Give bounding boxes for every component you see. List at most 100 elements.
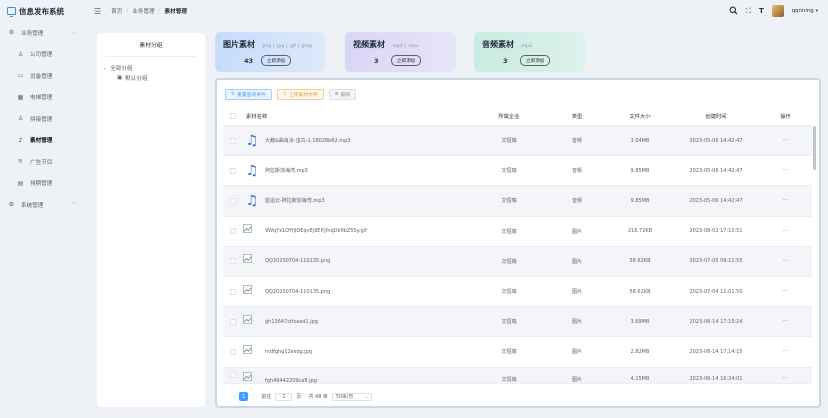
add-video-button[interactable]: 立即添加 — [391, 55, 422, 66]
sidebar-item-material[interactable]: ♪ 素材管理 — [0, 130, 86, 152]
size-cell: 58.62KB — [629, 288, 651, 295]
row-checkbox[interactable] — [230, 318, 236, 325]
breadcrumb-current: 素材管理 — [164, 9, 187, 15]
column-header: 类型 — [571, 113, 583, 120]
breadcrumb-home[interactable]: 首页 — [111, 7, 122, 15]
chevron-down-icon: ⌄ — [364, 394, 368, 399]
table-scrollbar[interactable] — [813, 126, 816, 170]
enterprise-cell: 文恒瑞 — [501, 349, 517, 356]
sidebar-item-ads[interactable]: ⚟ 广告节目 — [0, 151, 86, 173]
more-actions-button[interactable]: ··· — [759, 197, 812, 204]
table-row[interactable]: ♫ 大藉&曲肖冰-虫鸟-1.18028b62.mp3 文恒瑞 音频 3.04MB … — [223, 126, 812, 157]
type-cell: 音频 — [571, 198, 582, 205]
page-size-select[interactable]: 50条/页 ⌄ — [331, 392, 372, 401]
sidebar-item-business[interactable]: ⚙ 业务管理 ︿ — [0, 22, 86, 44]
fullscreen-icon[interactable]: ⛶ — [746, 7, 751, 16]
add-image-button[interactable]: 立即添加 — [261, 55, 292, 66]
row-checkbox[interactable] — [230, 371, 236, 378]
table-row[interactable]: mdfghg12esdg.jpg 文恒瑞 图片 2.82MB 2023-06-1… — [223, 337, 812, 368]
goto-label: 前往 — [261, 394, 272, 400]
table-row[interactable]: QQ20230704-110135.png 文恒瑞 图片 58.62KB 202… — [223, 277, 812, 308]
type-cell: 图片 — [571, 319, 582, 326]
type-cell: 图片 — [571, 349, 582, 356]
enterprise-cell: 文恒瑞 — [501, 228, 517, 235]
search-icon[interactable] — [729, 5, 738, 17]
more-actions-button[interactable]: ··· — [759, 258, 812, 265]
sidebar-item-splice[interactable]: ♙ 拼接管理 — [0, 108, 86, 130]
breadcrumb-business[interactable]: 业务管理 — [132, 7, 154, 15]
select-all-checkbox[interactable] — [230, 112, 236, 119]
table-row[interactable]: ♫ 阿拉斯加海湾.mp3 文恒瑞 音频 9.85MB 2023-05-06 14:… — [223, 156, 812, 187]
prev-page-icon[interactable]: ‹ — [233, 394, 235, 400]
font-size-icon[interactable]: T — [759, 7, 764, 15]
file-name: QQ20230704-110135.png — [265, 288, 331, 295]
broken-image-icon — [243, 254, 257, 268]
delete-button[interactable]: ⊗ 删除 — [328, 89, 357, 100]
table-row[interactable]: gh13647stfoasd1.jpg 文恒瑞 图片 3.69MB 2023-0… — [223, 307, 812, 338]
row-checkbox[interactable] — [230, 228, 236, 235]
sidebar-item-label: 公司管理 — [30, 52, 53, 59]
time-cell: 2023-06-14 17:15:24 — [689, 318, 743, 325]
caret-down-icon[interactable]: ▾ — [816, 9, 818, 14]
column-header: 所属企业 — [498, 113, 520, 120]
type-cell: 图片 — [571, 289, 582, 296]
breadcrumb: 首页 / 业务管理 / 素材管理 — [111, 7, 187, 15]
size-cell: 3.04MB — [630, 137, 650, 144]
row-checkbox[interactable] — [230, 288, 236, 295]
material-list-panel: ↻ 重置查询条件 ⇪ 上传素材文件 ⊗ 删除 素材名称 所属企业 类型 文件大小… — [215, 78, 821, 408]
row-checkbox[interactable] — [230, 348, 236, 355]
upload-button[interactable]: ⇪ 上传素材文件 — [276, 89, 324, 100]
page-jump-input[interactable]: 1 — [275, 392, 293, 401]
enterprise-cell: 文恒瑞 — [501, 168, 517, 175]
type-cell: 图片 — [571, 228, 582, 235]
more-actions-button[interactable]: ··· — [759, 375, 812, 382]
tree-node-default[interactable]: ▣ 默认分组 — [103, 73, 205, 83]
row-checkbox[interactable] — [230, 167, 236, 174]
sidebar: 信息发布系统 ⚙ 业务管理 ︿ ♙ 公司管理 ▭ 设备管理 ▦ 电梯管理 ♙ 拼… — [0, 0, 86, 418]
row-checkbox[interactable] — [230, 258, 236, 265]
more-actions-button[interactable]: ··· — [759, 348, 812, 355]
caret-down-icon[interactable]: ⌄ — [103, 65, 107, 71]
file-name: gh13647stfoasd1.jpg — [265, 318, 318, 325]
gear-icon: ⚙ — [8, 29, 15, 37]
table-row[interactable]: ♫ 蓝遥云-阿拉斯加海湾.mp3 文恒瑞 音频 9.85MB 2023-05-06… — [223, 186, 812, 217]
grid-icon: ▦ — [17, 93, 24, 101]
sidebar-item-label: 排期管理 — [30, 181, 53, 188]
more-actions-button[interactable]: ··· — [759, 288, 812, 295]
table-row[interactable]: QQ20230704-110135.png 文恒瑞 图片 58.62KB 202… — [223, 246, 812, 277]
file-name: fgh49442209ca8.jpg — [265, 377, 317, 384]
more-actions-button[interactable]: ··· — [759, 167, 812, 174]
page-number-current[interactable]: 1 — [239, 392, 249, 401]
more-actions-button[interactable]: ··· — [759, 228, 812, 235]
table-row[interactable]: fgh49442209ca8.jpg 文恒瑞 图片 4.15MB 2023-06… — [223, 367, 812, 384]
row-checkbox[interactable] — [230, 137, 236, 144]
add-audio-button[interactable]: 立即添加 — [520, 55, 551, 66]
type-cell: 图片 — [571, 376, 582, 383]
button-label: 删除 — [340, 93, 351, 98]
sidebar-item-device[interactable]: ▭ 设备管理 — [0, 65, 86, 87]
next-page-icon[interactable]: › — [252, 394, 254, 400]
broken-image-icon — [243, 224, 257, 238]
sidebar-item-company[interactable]: ♙ 公司管理 — [0, 44, 86, 66]
breadcrumb-separator: / — [126, 8, 129, 14]
file-name: 9WqYz1OYfjlDEqvEj9EP.jfnqDkfIbZ5Sy.gif — [265, 228, 367, 235]
top-header: ☰ 首页 / 业务管理 / 素材管理 — [86, 0, 828, 22]
enterprise-cell: 文恒瑞 — [501, 289, 517, 296]
more-actions-button[interactable]: ··· — [759, 137, 812, 144]
total-count: 共 48 条 — [308, 394, 328, 400]
menu-fold-icon[interactable]: ☰ — [94, 7, 101, 16]
tree-node-all[interactable]: ⌄ 全部分组 — [103, 63, 205, 73]
card-image: 图片素材 .png | .jpg | .gif | .jpeg 43 立即添加 — [215, 32, 325, 72]
table-row[interactable]: 9WqYz1OYfjlDEqvEj9EP.jfnqDkfIbZ5Sy.gif 文… — [223, 217, 812, 247]
sidebar-item-schedule[interactable]: ▤ 排期管理 — [0, 173, 86, 195]
size-cell: 3.69MB — [630, 318, 650, 325]
user-name[interactable]: qqnning — [792, 8, 814, 14]
avatar[interactable] — [771, 5, 784, 17]
row-checkbox[interactable] — [230, 197, 236, 204]
sidebar-item-label: 业务管理 — [21, 30, 44, 37]
sidebar-item-system[interactable]: ⚙ 系统管理 ﹀ — [0, 194, 86, 216]
sidebar-item-elevator[interactable]: ▦ 电梯管理 — [0, 87, 86, 109]
more-actions-button[interactable]: ··· — [759, 318, 812, 325]
reset-filters-button[interactable]: ↻ 重置查询条件 — [225, 89, 272, 100]
app-title: 信息发布系统 — [19, 6, 64, 16]
